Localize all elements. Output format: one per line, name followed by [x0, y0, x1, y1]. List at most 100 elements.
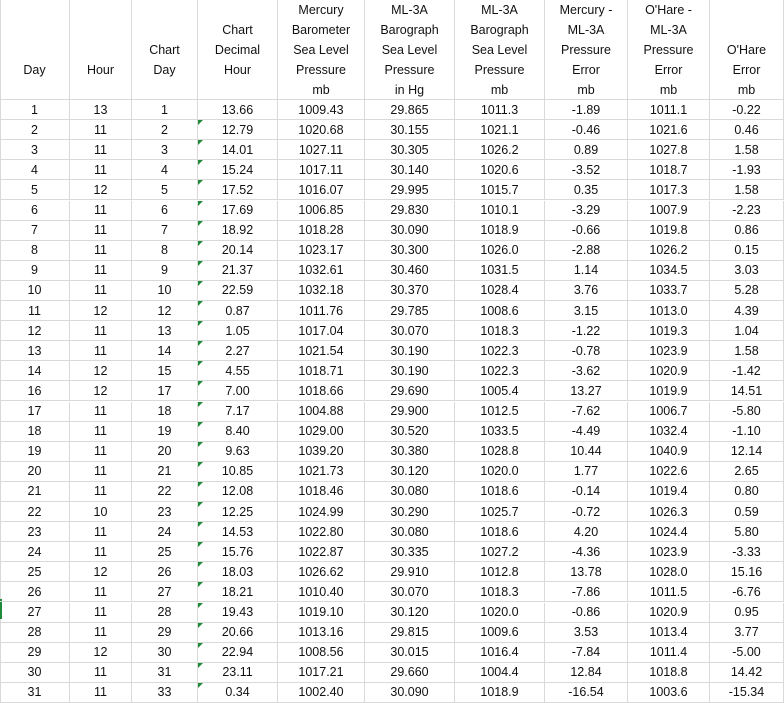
cell-ml3a_barograph_slp_mb[interactable]: 1020.6: [455, 160, 545, 180]
cell-ohare_ml3a_error[interactable]: 1034.5: [628, 260, 710, 280]
cell-mercury_barometer_slp[interactable]: 1011.76: [278, 301, 365, 321]
cell-chart_day[interactable]: 2: [132, 120, 198, 140]
cell-mercury_ml3a_error[interactable]: -7.62: [545, 401, 628, 421]
cell-hour[interactable]: 11: [70, 461, 132, 481]
cell-mercury_ml3a_error[interactable]: -2.88: [545, 240, 628, 260]
cell-ml3a_barograph_slp_mb[interactable]: 1005.4: [455, 381, 545, 401]
cell-day[interactable]: 13: [0, 341, 70, 361]
cell-ohare_ml3a_error[interactable]: 1011.1: [628, 100, 710, 120]
header-cell-hour[interactable]: [70, 0, 132, 20]
cell-chart_day[interactable]: 15: [132, 361, 198, 381]
cell-chart_decimal_hour[interactable]: 7.00: [198, 381, 278, 401]
cell-hour[interactable]: 11: [70, 160, 132, 180]
cell-chart_day[interactable]: 25: [132, 542, 198, 562]
cell-chart_day[interactable]: 21: [132, 461, 198, 481]
cell-day[interactable]: 31: [0, 682, 70, 702]
cell-day[interactable]: 17: [0, 401, 70, 421]
cell-mercury_ml3a_error[interactable]: 12.84: [545, 662, 628, 682]
cell-mercury_ml3a_error[interactable]: 4.20: [545, 522, 628, 542]
header-cell-mercury_ml3a_error[interactable]: mb: [545, 80, 628, 99]
cell-ml3a_barograph_slp_mb[interactable]: 1026.0: [455, 240, 545, 260]
cell-day[interactable]: 1: [0, 100, 70, 120]
cell-chart_day[interactable]: 27: [132, 582, 198, 602]
cell-mercury_barometer_slp[interactable]: 1021.73: [278, 461, 365, 481]
cell-ml3a_barograph_slp_mb[interactable]: 1010.1: [455, 200, 545, 220]
cell-hour[interactable]: 11: [70, 260, 132, 280]
cell-chart_decimal_hour[interactable]: 18.92: [198, 220, 278, 240]
cell-mercury_barometer_slp[interactable]: 1002.40: [278, 682, 365, 702]
cell-ml3a_barograph_slp_inhg[interactable]: 30.305: [365, 140, 455, 160]
cell-chart_decimal_hour[interactable]: 1.05: [198, 321, 278, 341]
header-cell-mercury_barometer_slp[interactable]: Mercury: [278, 0, 365, 20]
cell-day[interactable]: 4: [0, 160, 70, 180]
cell-mercury_ml3a_error[interactable]: 3.76: [545, 280, 628, 300]
header-cell-mercury_barometer_slp[interactable]: mb: [278, 80, 365, 99]
cell-mercury_barometer_slp[interactable]: 1019.10: [278, 602, 365, 622]
header-cell-ohare_error[interactable]: [710, 20, 784, 40]
cell-chart_decimal_hour[interactable]: 10.85: [198, 461, 278, 481]
cell-hour[interactable]: 11: [70, 602, 132, 622]
cell-ohare_error[interactable]: 5.80: [710, 522, 784, 542]
cell-ml3a_barograph_slp_mb[interactable]: 1020.0: [455, 461, 545, 481]
cell-ml3a_barograph_slp_mb[interactable]: 1012.8: [455, 562, 545, 582]
header-cell-ohare_error[interactable]: mb: [710, 80, 784, 99]
cell-ohare_error[interactable]: 1.58: [710, 341, 784, 361]
cell-mercury_ml3a_error[interactable]: -3.52: [545, 160, 628, 180]
cell-mercury_ml3a_error[interactable]: 10.44: [545, 441, 628, 461]
header-cell-mercury_ml3a_error[interactable]: ML-3A: [545, 20, 628, 40]
cell-ohare_ml3a_error[interactable]: 1018.8: [628, 662, 710, 682]
cell-ohare_error[interactable]: 0.15: [710, 240, 784, 260]
cell-mercury_barometer_slp[interactable]: 1026.62: [278, 562, 365, 582]
cell-mercury_barometer_slp[interactable]: 1021.54: [278, 341, 365, 361]
cell-chart_day[interactable]: 33: [132, 682, 198, 702]
header-cell-chart_day[interactable]: [132, 0, 198, 20]
header-cell-chart_decimal_hour[interactable]: Decimal: [198, 40, 278, 60]
cell-day[interactable]: 21: [0, 481, 70, 501]
cell-ml3a_barograph_slp_inhg[interactable]: 29.910: [365, 562, 455, 582]
cell-chart_day[interactable]: 9: [132, 260, 198, 280]
cell-mercury_ml3a_error[interactable]: -7.84: [545, 642, 628, 662]
cell-hour[interactable]: 11: [70, 662, 132, 682]
cell-chart_decimal_hour[interactable]: 9.63: [198, 441, 278, 461]
cell-chart_decimal_hour[interactable]: 0.87: [198, 301, 278, 321]
cell-mercury_barometer_slp[interactable]: 1032.61: [278, 260, 365, 280]
cell-mercury_barometer_slp[interactable]: 1032.18: [278, 280, 365, 300]
cell-ml3a_barograph_slp_inhg[interactable]: 30.190: [365, 341, 455, 361]
header-cell-ohare_error[interactable]: Error: [710, 60, 784, 80]
cell-hour[interactable]: 11: [70, 240, 132, 260]
cell-chart_decimal_hour[interactable]: 14.01: [198, 140, 278, 160]
cell-ml3a_barograph_slp_mb[interactable]: 1018.3: [455, 321, 545, 341]
cell-mercury_barometer_slp[interactable]: 1039.20: [278, 441, 365, 461]
header-cell-chart_decimal_hour[interactable]: Hour: [198, 60, 278, 80]
cell-ohare_error[interactable]: 0.86: [710, 220, 784, 240]
header-cell-hour[interactable]: Hour: [70, 60, 132, 80]
cell-ohare_ml3a_error[interactable]: 1006.7: [628, 401, 710, 421]
cell-mercury_barometer_slp[interactable]: 1017.21: [278, 662, 365, 682]
cell-ohare_ml3a_error[interactable]: 1026.3: [628, 502, 710, 522]
cell-ml3a_barograph_slp_inhg[interactable]: 30.155: [365, 120, 455, 140]
cell-hour[interactable]: 10: [70, 502, 132, 522]
cell-chart_day[interactable]: 4: [132, 160, 198, 180]
cell-ohare_error[interactable]: 1.58: [710, 180, 784, 200]
header-cell-mercury_barometer_slp[interactable]: Sea Level: [278, 40, 365, 60]
cell-ohare_ml3a_error[interactable]: 1026.2: [628, 240, 710, 260]
cell-day[interactable]: 22: [0, 502, 70, 522]
cell-ml3a_barograph_slp_inhg[interactable]: 29.815: [365, 622, 455, 642]
header-cell-ml3a_barograph_slp_inhg[interactable]: in Hg: [365, 80, 455, 99]
cell-ohare_error[interactable]: 5.28: [710, 280, 784, 300]
cell-ohare_error[interactable]: -15.34: [710, 682, 784, 702]
cell-chart_decimal_hour[interactable]: 8.40: [198, 421, 278, 441]
cell-hour[interactable]: 11: [70, 582, 132, 602]
cell-ohare_error[interactable]: 4.39: [710, 301, 784, 321]
cell-day[interactable]: 28: [0, 622, 70, 642]
cell-day[interactable]: 11: [0, 301, 70, 321]
cell-ml3a_barograph_slp_mb[interactable]: 1009.6: [455, 622, 545, 642]
cell-ml3a_barograph_slp_inhg[interactable]: 29.900: [365, 401, 455, 421]
cell-day[interactable]: 12: [0, 321, 70, 341]
cell-hour[interactable]: 11: [70, 321, 132, 341]
cell-hour[interactable]: 12: [70, 180, 132, 200]
cell-chart_day[interactable]: 29: [132, 622, 198, 642]
cell-mercury_barometer_slp[interactable]: 1018.71: [278, 361, 365, 381]
cell-chart_decimal_hour[interactable]: 0.34: [198, 682, 278, 702]
cell-mercury_ml3a_error[interactable]: -0.46: [545, 120, 628, 140]
